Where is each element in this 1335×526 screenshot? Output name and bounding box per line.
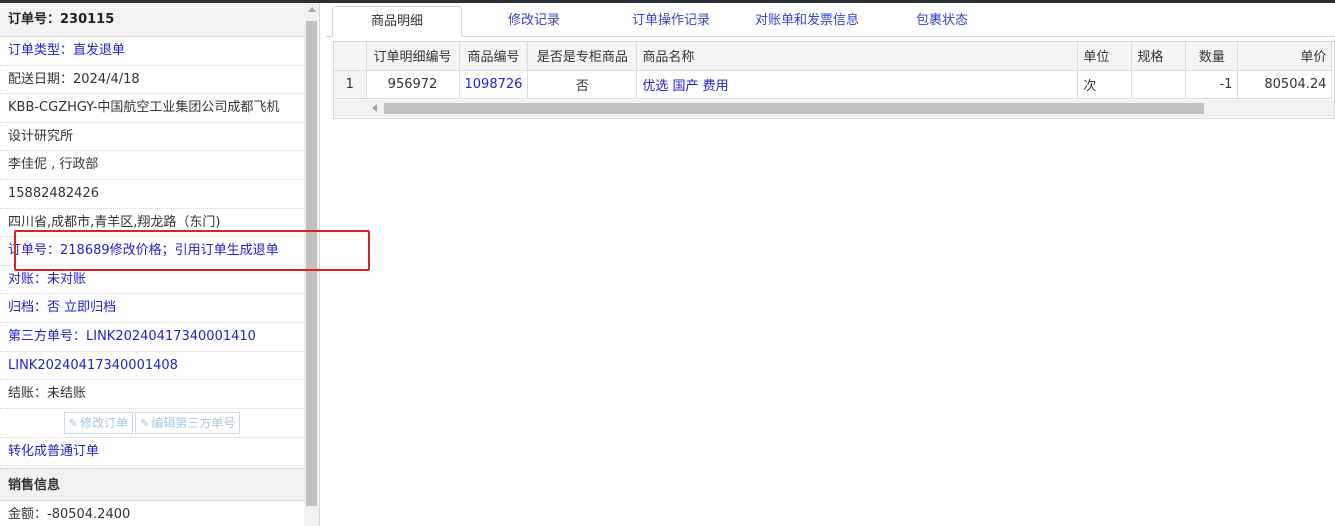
tab-statement-invoice[interactable]: 对账单和发票信息 xyxy=(740,6,874,37)
col-header-is-counter[interactable]: 是否是专柜商品 xyxy=(527,42,638,71)
archive-label: 归档： xyxy=(8,300,48,316)
scroll-left-icon[interactable] xyxy=(372,104,377,112)
product-id-link[interactable]: 1098726 xyxy=(465,77,523,92)
tab-order-operation-records[interactable]: 订单操作记录 xyxy=(606,6,736,37)
sales-info-section: 销售信息 xyxy=(0,468,304,502)
detail-tabs: 商品明细 修改记录 订单操作记录 对账单和发票信息 包裹状态 xyxy=(326,3,1335,37)
row-number-header xyxy=(334,42,367,71)
order-info-panel: 订单号：230115 订单类型：直发退单 配送日期：2024/4/18 KBB-… xyxy=(0,3,320,526)
archive-now-link[interactable]: 否 立即归档 xyxy=(47,300,116,315)
detail-panel: 商品明细 修改记录 订单操作记录 对账单和发票信息 包裹状态 订单明细编号 商品… xyxy=(326,3,1335,526)
table-header-row: 订单明细编号 商品编号 是否是专柜商品 商品名称 单位 规格 数量 单价 xyxy=(334,42,1333,71)
contact-person: 李佳伲 , 行政部 xyxy=(0,151,304,180)
company-name-line1: KBB-CGZHGY-中国航空工业集团公司成都飞机 xyxy=(0,94,304,123)
cell-detail-id: 956972 xyxy=(366,70,460,99)
col-header-unit-price[interactable]: 单价 xyxy=(1237,42,1333,71)
scroll-up-icon[interactable] xyxy=(308,7,316,12)
scroll-thumb[interactable] xyxy=(306,21,317,506)
col-header-unit[interactable]: 单位 xyxy=(1077,42,1133,71)
col-header-spec[interactable]: 规格 xyxy=(1131,42,1187,71)
order-number-title: 订单号：230115 xyxy=(0,3,304,37)
edit-icon: ✎ xyxy=(68,417,78,431)
cell-product-name: 优选 国产 费用 xyxy=(636,70,1079,99)
order-info-list: 订单号：230115 订单类型：直发退单 配送日期：2024/4/18 KBB-… xyxy=(0,3,304,526)
row-number: 1 xyxy=(334,70,367,99)
product-table: 订单明细编号 商品编号 是否是专柜商品 商品名称 单位 规格 数量 单价 1 9… xyxy=(334,42,1333,99)
col-header-product-name[interactable]: 商品名称 xyxy=(636,42,1079,71)
edit-icon: ✎ xyxy=(140,417,150,431)
product-detail-grid: 订单明细编号 商品编号 是否是专柜商品 商品名称 单位 规格 数量 单价 1 9… xyxy=(333,41,1335,119)
col-header-quantity[interactable]: 数量 xyxy=(1185,42,1239,71)
convert-to-normal-order-link[interactable]: 转化成普通订单 xyxy=(0,438,304,467)
third-party-number-1[interactable]: 第三方单号：LINK20240417340001410 xyxy=(0,323,304,352)
left-vertical-scrollbar[interactable] xyxy=(304,3,319,526)
sales-amount: 金额：-80504.2400 xyxy=(0,501,304,526)
cell-spec xyxy=(1131,70,1187,99)
cell-unit: 次 xyxy=(1077,70,1133,99)
cell-product-id: 1098726 xyxy=(459,70,529,99)
tab-modify-records[interactable]: 修改记录 xyxy=(472,6,596,37)
reconcile-status[interactable]: 对账：未对账 xyxy=(0,266,304,295)
edit-third-party-button[interactable]: ✎ 编辑第三方单号 xyxy=(135,411,241,434)
product-name-link[interactable]: 优选 国产 费用 xyxy=(642,79,728,94)
contact-phone: 15882482426 xyxy=(0,180,304,209)
tab-product-details[interactable]: 商品明细 xyxy=(332,6,462,37)
cell-is-counter: 否 xyxy=(527,70,638,99)
grid-horizontal-scrollbar[interactable] xyxy=(334,100,1334,117)
edit-order-label: 修改订单 xyxy=(79,416,128,431)
action-buttons: ✎ 修改订单 ✎ 编辑第三方单号 xyxy=(0,409,304,438)
horizontal-scroll-thumb[interactable] xyxy=(384,103,1204,114)
third-party-number-2[interactable]: LINK20240417340001408 xyxy=(0,352,304,381)
edit-order-button[interactable]: ✎ 修改订单 xyxy=(63,411,133,434)
delivery-date: 配送日期：2024/4/18 xyxy=(0,66,304,95)
edit-third-party-label: 编辑第三方单号 xyxy=(151,416,236,431)
company-name-line2: 设计研究所 xyxy=(0,123,304,152)
cell-quantity: -1 xyxy=(1185,70,1239,99)
tab-package-status[interactable]: 包裹状态 xyxy=(886,6,998,37)
col-header-product-id[interactable]: 商品编号 xyxy=(459,42,529,71)
delivery-address: 四川省,成都市,青羊区,翔龙路（东门) xyxy=(0,209,304,238)
settlement-status: 结账：未结账 xyxy=(0,380,304,409)
order-note[interactable]: 订单号：218689修改价格；引用订单生成退单 xyxy=(0,237,304,266)
order-type[interactable]: 订单类型：直发退单 xyxy=(0,37,304,66)
col-header-detail-id[interactable]: 订单明细编号 xyxy=(366,42,460,71)
table-row[interactable]: 1 956972 1098726 否 优选 国产 费用 次 -1 80504.2… xyxy=(334,70,1333,99)
cell-unit-price: 80504.24 xyxy=(1237,70,1333,99)
archive-status: 归档：否 立即归档 xyxy=(0,294,304,323)
